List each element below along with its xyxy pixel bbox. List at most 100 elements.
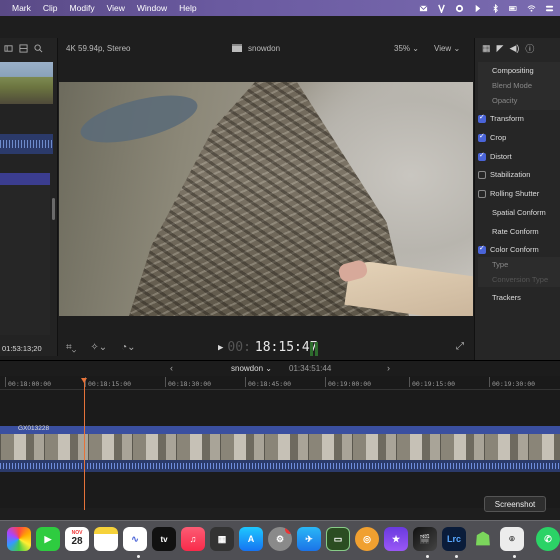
menu-window[interactable]: Window <box>137 3 167 13</box>
compositing-header[interactable]: Compositing <box>492 66 534 75</box>
browser-timecode: 01:53:13;20 <box>2 344 42 353</box>
recording-status-icon[interactable] <box>455 4 464 13</box>
timecode-display[interactable]: ▶ 00: 18:15:47 <box>218 340 318 355</box>
viewer-view-menu[interactable]: View ⌄ <box>434 44 460 53</box>
audio-inspector-icon[interactable]: ◀) <box>509 43 519 54</box>
stabilization-label: Stabilization <box>490 170 531 179</box>
viewer-project: snowdon <box>232 44 280 53</box>
info-inspector-icon[interactable]: ⓘ <box>525 42 534 55</box>
play-icon[interactable]: ▶ <box>218 343 223 353</box>
viewer-zoom-menu[interactable]: 35% ⌄ <box>394 44 419 53</box>
timeline-project-name[interactable]: snowdon ⌄ <box>231 364 272 373</box>
distort-row[interactable]: Distort <box>478 151 512 161</box>
facetime-icon[interactable]: ▶ <box>36 527 60 551</box>
rate-conform-header[interactable]: Rate Conform <box>492 227 539 236</box>
photos-audio-icon[interactable] <box>19 43 28 53</box>
crop-checkbox[interactable] <box>478 132 486 142</box>
audio-meter <box>310 342 320 356</box>
running-indicator <box>513 555 516 558</box>
ruler-tick: 00:18:15:00 <box>84 377 132 388</box>
rolling-shutter-checkbox[interactable] <box>478 189 486 198</box>
whatsapp-icon[interactable]: ✆ <box>536 527 560 551</box>
menu-clip[interactable]: Clip <box>43 3 58 13</box>
browser-search-icon[interactable] <box>34 43 43 53</box>
vpn-status-icon[interactable] <box>437 4 446 13</box>
transform-checkbox[interactable] <box>478 113 486 123</box>
ruler-tick: 00:19:15:00 <box>408 377 456 388</box>
wifi-icon[interactable] <box>527 4 536 13</box>
freeform-icon[interactable]: ∿ <box>123 527 147 551</box>
browser-list[interactable] <box>0 185 50 335</box>
stabilization-checkbox[interactable] <box>478 170 486 179</box>
fullscreen-icon[interactable]: ⤢ <box>456 341 464 352</box>
viewer-format: 4K 59.94p, Stereo <box>66 43 131 53</box>
menu-bar: Mark Clip Modify View Window Help <box>0 0 560 16</box>
inspector-tabs: ▦ ◤ ◀) ⓘ <box>474 40 560 56</box>
viewer-zoom-value: 35% <box>394 43 411 53</box>
bluetooth-icon[interactable] <box>491 3 500 13</box>
battery-icon[interactable] <box>509 4 518 13</box>
color-conform-checkbox[interactable] <box>478 244 486 254</box>
cleanmymac-icon[interactable]: ◎ <box>355 527 379 551</box>
rolling-shutter-row[interactable]: Rolling Shutter <box>478 189 539 198</box>
viewer-video[interactable] <box>59 82 473 316</box>
rolling-shutter-label: Rolling Shutter <box>490 189 540 198</box>
stabilization-row[interactable]: Stabilization <box>478 170 530 179</box>
menu-view[interactable]: View <box>107 3 125 13</box>
speed-tool-icon[interactable]: ◔⌄ <box>121 342 135 353</box>
distort-checkbox[interactable] <box>478 151 486 161</box>
photos-icon[interactable] <box>7 527 31 551</box>
music-icon[interactable]: ♫ <box>181 527 205 551</box>
mission-control-icon[interactable]: ▦ <box>210 527 234 551</box>
android-studio-icon[interactable]: ☗ <box>471 527 495 551</box>
calendar-icon[interactable]: NOV 28 <box>65 527 89 551</box>
enhance-tool-icon[interactable]: ✧⌄ <box>90 342 107 353</box>
timecode-leading: 00: <box>227 340 251 355</box>
libraries-icon[interactable] <box>4 44 13 53</box>
lightroom-classic-icon[interactable]: Lrc <box>442 527 466 551</box>
mail-status-icon[interactable] <box>419 4 428 13</box>
transform-row[interactable]: Transform <box>478 113 524 123</box>
notes-icon[interactable] <box>94 527 118 551</box>
istat-icon[interactable]: ★ <box>384 527 408 551</box>
timeline-header: ‹ snowdon ⌄ 01:34:51:44 › <box>0 360 560 376</box>
menu-mark[interactable]: Mark <box>12 3 31 13</box>
trackers-header[interactable]: Trackers <box>492 293 521 302</box>
notification-badge: 1 <box>285 527 292 534</box>
selected-list-item[interactable] <box>0 173 50 185</box>
spatial-conform-header[interactable]: Spatial Conform <box>492 208 546 217</box>
clip-name: GX013228 <box>18 425 50 432</box>
browser-scrollbar[interactable] <box>52 198 55 220</box>
crop-row[interactable]: Crop <box>478 132 506 142</box>
opacity-label: Opacity <box>492 96 518 105</box>
appstore-icon[interactable]: A <box>239 527 263 551</box>
video-lake <box>76 86 202 152</box>
video-inspector-icon[interactable]: ▦ <box>482 43 491 54</box>
running-indicator <box>137 555 140 558</box>
control-center-icon[interactable] <box>545 4 554 13</box>
menu-help[interactable]: Help <box>179 3 196 13</box>
timeline-back-icon[interactable]: ‹ <box>170 363 173 373</box>
clip-thumbnail[interactable] <box>0 62 53 104</box>
crop-tool-icon[interactable]: ⌗⌄ <box>66 342 76 353</box>
color-conform-row[interactable]: Color Conform <box>478 244 539 254</box>
screenshot-app-icon[interactable]: ⌾ <box>500 527 524 551</box>
chevron-down-icon: ⌄ <box>453 43 461 53</box>
timeline-duration: 01:34:51:44 <box>289 364 332 373</box>
timeline-forward-icon[interactable]: › <box>387 363 390 373</box>
settings-icon[interactable]: ⚙ 1 <box>268 527 292 551</box>
ruler-tick: 00:19:30:00 <box>488 377 536 388</box>
final-cut-pro-icon[interactable]: 🎬 <box>413 527 437 551</box>
testflight-icon[interactable]: ✈ <box>297 527 321 551</box>
playhead[interactable] <box>81 378 87 510</box>
ruler-tick: 00:18:45:00 <box>244 377 292 388</box>
status-icons <box>419 0 554 16</box>
viewer-project-name: snowdon <box>248 43 281 53</box>
color-inspector-icon[interactable]: ◤ <box>497 43 504 54</box>
appletv-icon[interactable]: tv <box>152 527 176 551</box>
appletv-label: tv <box>160 534 168 544</box>
menu-modify[interactable]: Modify <box>70 3 95 13</box>
running-indicator <box>426 555 429 558</box>
play-status-icon[interactable] <box>473 4 482 13</box>
screenflow-icon[interactable]: ▭ <box>326 527 350 551</box>
